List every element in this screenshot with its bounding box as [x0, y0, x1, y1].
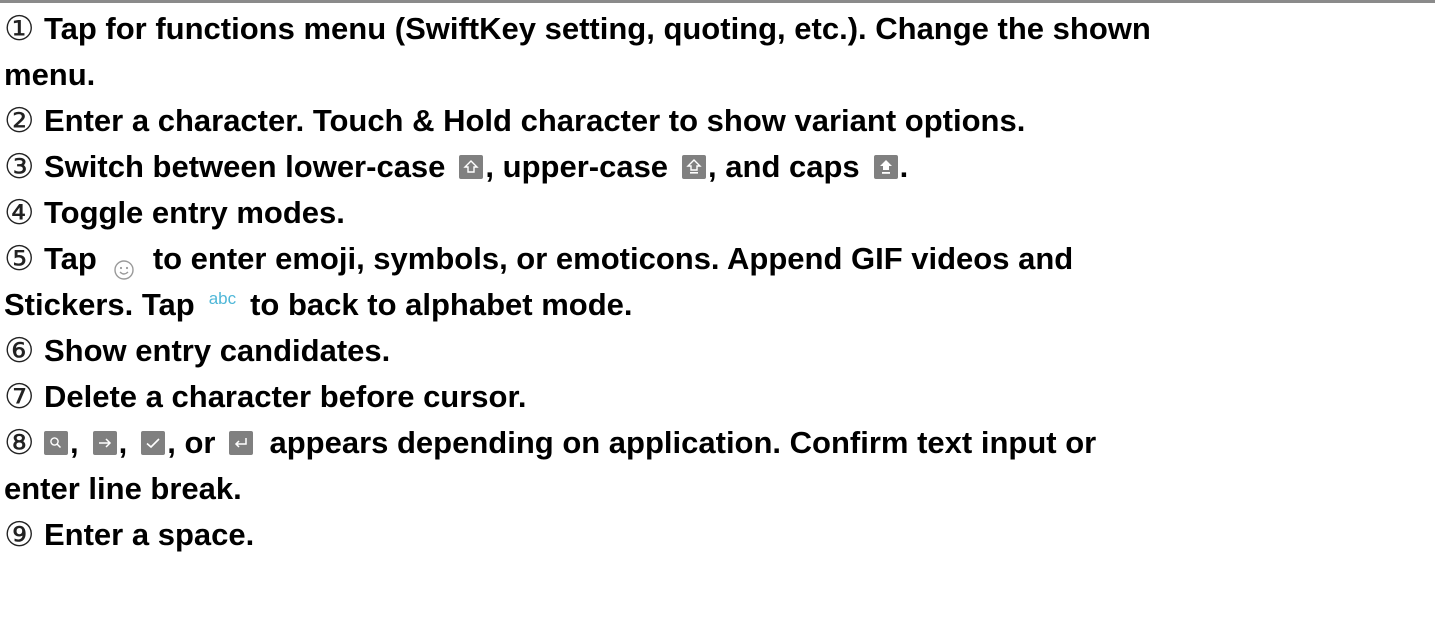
item-5-text-c: Stickers. Tap [4, 287, 195, 322]
item-1-text: Tap for functions menu (SwiftKey setting… [44, 11, 1151, 46]
step-number-4: ④ [4, 194, 35, 232]
item-5-text-b: to enter emoji, symbols, or emoticons. A… [152, 241, 1074, 276]
item-1-line-2: menu. [4, 52, 1430, 98]
item-2-line: ② Enter a character. Touch & Hold charac… [4, 98, 1430, 144]
arrow-right-key-icon [92, 431, 117, 455]
item-6-line: ⑥ Show entry candidates. [4, 328, 1430, 374]
item-1-text-continued: menu. [4, 57, 96, 92]
item-1-line-1: ① Tap for functions menu (SwiftKey setti… [4, 6, 1430, 52]
step-number-7: ⑦ [4, 378, 35, 416]
enter-key-icon [229, 431, 254, 455]
search-key-icon [44, 431, 68, 455]
item-8-line-1: ⑧ , , , or appears depending on applicat… [4, 420, 1430, 466]
step-number-3: ③ [4, 148, 35, 186]
item-3-text-d: . [899, 149, 909, 184]
item-8-sep-1: , [70, 425, 79, 460]
step-number-8: ⑧ [4, 424, 35, 462]
item-8-text: appears depending on application. Confir… [269, 425, 1097, 460]
item-3-text-b: , upper-case [485, 149, 669, 184]
smiley-icon [113, 248, 135, 280]
shift-outline-icon [459, 155, 484, 179]
step-number-6: ⑥ [4, 332, 35, 370]
item-3-text-a: Switch between lower-case [44, 149, 446, 184]
step-number-1: ① [4, 10, 35, 48]
keyboard-help-document: ① Tap for functions menu (SwiftKey setti… [4, 6, 1430, 558]
shift-filled-icon [873, 155, 898, 179]
item-4-text: Toggle entry modes. [44, 195, 345, 230]
item-8-sep-2: , [118, 425, 128, 460]
item-7-line: ⑦ Delete a character before cursor. [4, 374, 1430, 420]
item-8-sep-3: , or [167, 425, 216, 460]
item-2-text: Enter a character. Touch & Hold characte… [44, 103, 1026, 138]
shift-underline-icon [682, 155, 707, 179]
item-3-line: ③ Switch between lower-case , upper-case… [4, 144, 1430, 190]
item-9-text: Enter a space. [44, 517, 255, 552]
step-number-5: ⑤ [4, 240, 35, 278]
item-8-text-continued: enter line break. [4, 471, 242, 506]
item-8-line-2: enter line break. [4, 466, 1430, 512]
item-5-line-2: Stickers. Tap abc to back to alphabet mo… [4, 282, 1430, 328]
item-9-line: ⑨ Enter a space. [4, 512, 1430, 558]
item-4-line: ④ Toggle entry modes. [4, 190, 1430, 236]
item-7-text: Delete a character before cursor. [44, 379, 527, 414]
checkmark-key-icon [141, 431, 166, 455]
step-number-2: ② [4, 102, 35, 140]
top-divider [0, 0, 1435, 3]
item-5-text-d: to back to alphabet mode. [250, 287, 633, 322]
item-5-text-a: Tap [44, 241, 97, 276]
item-6-text: Show entry candidates. [44, 333, 391, 368]
item-3-text-c: , and caps [708, 149, 860, 184]
step-number-9: ⑨ [4, 516, 35, 554]
abc-key-icon: abc [208, 289, 237, 308]
